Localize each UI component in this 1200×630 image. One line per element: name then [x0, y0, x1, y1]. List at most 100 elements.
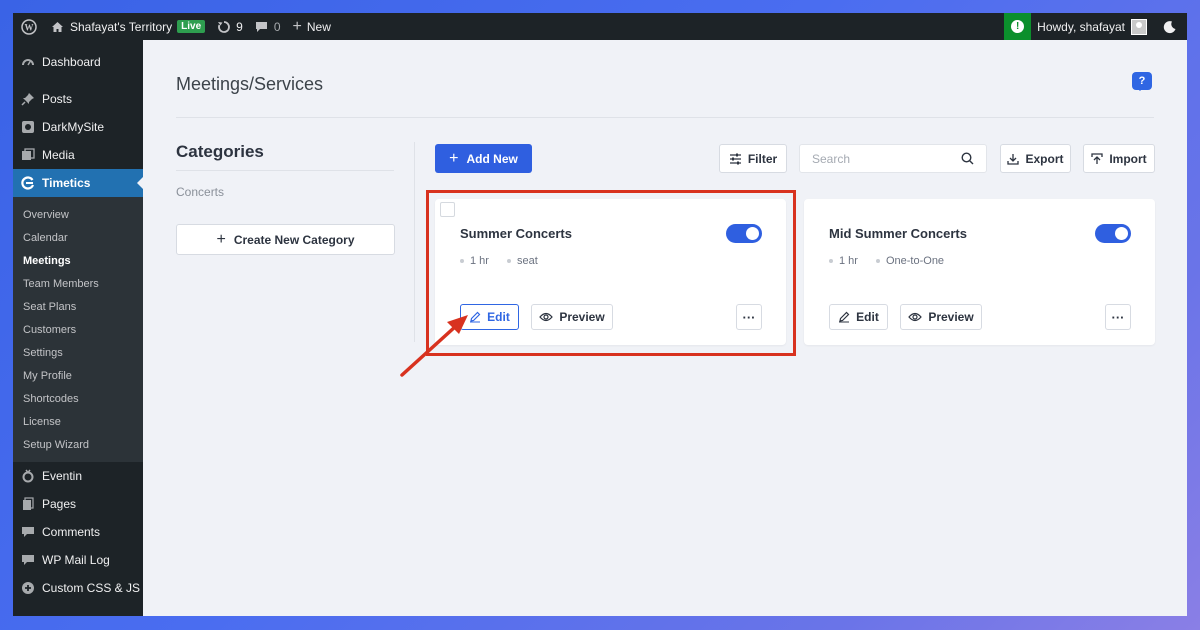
main-content: Meetings/Services ? Categories Concerts …: [143, 40, 1187, 616]
comments-icon: [21, 525, 35, 539]
preview-label: Preview: [928, 310, 974, 324]
card-title: Mid Summer Concerts: [829, 226, 967, 241]
sidebar-item-label: Media: [42, 148, 75, 162]
sidebar-item-dashboard[interactable]: Dashboard: [13, 48, 143, 76]
comments-link[interactable]: 0: [249, 13, 287, 40]
search-input[interactable]: [800, 151, 974, 166]
edit-label: Edit: [856, 310, 879, 324]
sidebar-item-label: Custom CSS & JS: [42, 581, 141, 595]
timetics-icon: [21, 176, 35, 190]
submenu-calendar[interactable]: Calendar: [13, 226, 143, 249]
export-label: Export: [1025, 151, 1064, 166]
submenu-license[interactable]: License: [13, 410, 143, 433]
plus-icon: +: [449, 149, 459, 167]
submenu-settings[interactable]: Settings: [13, 341, 143, 364]
preview-button[interactable]: Preview: [900, 304, 982, 330]
categories-title: Categories: [176, 142, 264, 161]
submenu-customers[interactable]: Customers: [13, 318, 143, 341]
meeting-card: Mid Summer Concerts 1 hr One-to-One Edit…: [804, 199, 1155, 345]
sidebar-item-eventin[interactable]: Eventin: [13, 462, 143, 490]
card-enable-toggle[interactable]: [1095, 224, 1131, 243]
add-new-button[interactable]: + Add New: [435, 144, 532, 173]
sidebar-item-pages[interactable]: Pages: [13, 490, 143, 518]
edit-button[interactable]: Edit: [829, 304, 888, 330]
sidebar-item-label: Dashboard: [42, 55, 101, 69]
alert-icon: !: [1011, 20, 1025, 33]
moon-icon: [1163, 20, 1176, 33]
updates-link[interactable]: 9: [211, 13, 249, 40]
plus-circle-icon: [21, 581, 35, 595]
submenu-my-profile[interactable]: My Profile: [13, 364, 143, 387]
search-box: [799, 144, 987, 173]
sidebar-item-comments[interactable]: Comments: [13, 518, 143, 546]
media-icon: [21, 148, 35, 162]
sidebar-item-custom-css-js[interactable]: Custom CSS & JS: [13, 574, 143, 602]
page-title: Meetings/Services: [176, 74, 324, 94]
updates-count: 9: [236, 19, 243, 34]
dashboard-icon: [21, 55, 35, 69]
wordpress-logo-icon[interactable]: W: [13, 13, 45, 40]
export-button[interactable]: Export: [1000, 144, 1071, 173]
eventin-icon: [21, 469, 35, 483]
site-name-link[interactable]: Shafayat's Territory Live: [45, 13, 211, 40]
highlight-box: [426, 190, 796, 356]
updates-icon: [218, 20, 230, 33]
category-item-concerts[interactable]: Concerts: [176, 185, 224, 199]
submenu-overview[interactable]: Overview: [13, 203, 143, 226]
bullet-icon: [875, 259, 880, 263]
svg-text:W: W: [25, 22, 34, 32]
darkmysite-icon: [21, 120, 35, 134]
sidebar-item-posts[interactable]: Posts: [13, 85, 143, 113]
sidebar-item-darkmysite[interactable]: DarkMySite: [13, 113, 143, 141]
more-options-button[interactable]: ···: [1105, 304, 1131, 330]
live-badge: Live: [177, 20, 206, 33]
dark-mode-toggle[interactable]: [1153, 13, 1187, 40]
submenu-team-members[interactable]: Team Members: [13, 272, 143, 295]
divider: [414, 142, 415, 342]
sidebar-item-label: Eventin: [42, 469, 83, 483]
comments-count: 0: [273, 19, 281, 34]
submenu-meetings[interactable]: Meetings: [13, 249, 143, 272]
sidebar-item-label: Posts: [42, 92, 73, 106]
card-duration: 1 hr: [839, 255, 858, 267]
timetics-submenu: Overview Calendar Meetings Team Members …: [13, 197, 143, 462]
submenu-seat-plans[interactable]: Seat Plans: [13, 295, 143, 318]
help-button[interactable]: ?: [1132, 72, 1152, 91]
sidebar-item-media[interactable]: Media: [13, 141, 143, 169]
app-window: W Shafayat's Territory Live 9 0 + New ! …: [13, 13, 1187, 616]
plus-icon: +: [292, 17, 302, 35]
sidebar-item-label: WP Mail Log: [42, 553, 110, 567]
filter-icon: [729, 153, 741, 164]
sidebar-item-label: Comments: [42, 525, 101, 539]
mail-log-icon: [21, 553, 35, 567]
site-name: Shafayat's Territory: [70, 19, 173, 34]
filter-button[interactable]: Filter: [719, 144, 787, 173]
plus-icon: +: [216, 230, 226, 248]
home-icon: [52, 21, 63, 32]
comment-bubble-icon: [255, 21, 267, 32]
search-icon[interactable]: [961, 152, 974, 165]
import-button[interactable]: Import: [1083, 144, 1155, 173]
sidebar-item-label: Pages: [42, 497, 77, 511]
download-icon: [1007, 153, 1020, 165]
sidebar-item-timetics[interactable]: Timetics: [13, 169, 143, 197]
card-meta: 1 hr One-to-One: [829, 255, 962, 267]
import-label: Import: [1109, 151, 1147, 166]
bullet-icon: [829, 259, 833, 263]
alert-button[interactable]: !: [1004, 13, 1032, 40]
admin-sidebar: Dashboard Posts DarkMySite Media Timetic…: [13, 40, 143, 616]
new-label: New: [306, 19, 331, 34]
filter-label: Filter: [747, 151, 778, 166]
divider: [176, 170, 394, 171]
submenu-shortcodes[interactable]: Shortcodes: [13, 387, 143, 410]
create-category-button[interactable]: + Create New Category: [176, 224, 395, 255]
pages-icon: [21, 497, 35, 511]
eye-icon: [908, 312, 923, 322]
pin-icon: [21, 92, 35, 106]
new-content-link[interactable]: + New: [287, 13, 337, 40]
submenu-setup-wizard[interactable]: Setup Wizard: [13, 433, 143, 456]
upload-icon: [1091, 152, 1103, 164]
account-menu[interactable]: Howdy, shafayat: [1031, 13, 1153, 40]
sidebar-item-wp-mail-log[interactable]: WP Mail Log: [13, 546, 143, 574]
admin-bar: W Shafayat's Territory Live 9 0 + New ! …: [13, 13, 1187, 40]
